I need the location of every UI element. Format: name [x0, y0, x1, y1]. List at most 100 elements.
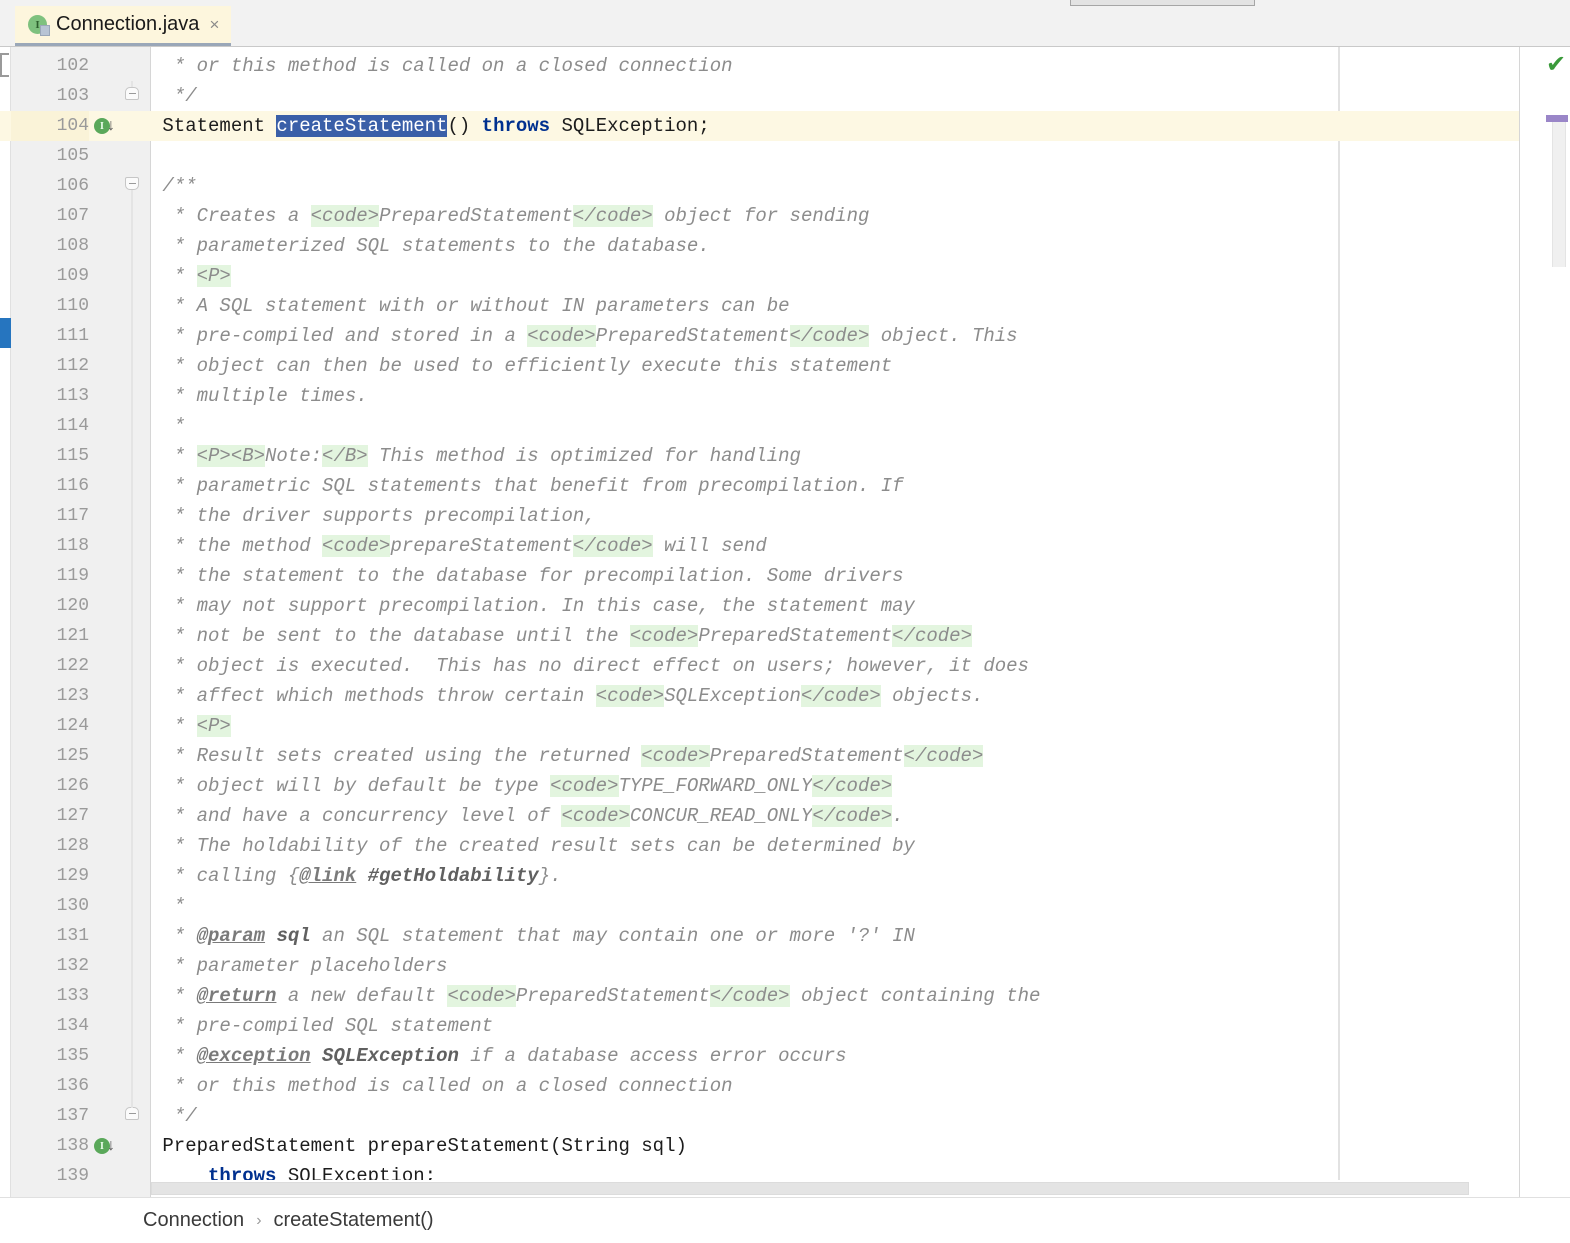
code-line-row[interactable]: 138 I ↓ PreparedStatement prepareStatement…	[0, 1131, 1570, 1161]
line-number: 131	[56, 926, 89, 946]
code-token: ()	[447, 115, 482, 137]
line-number: 135	[56, 1046, 89, 1066]
code-line-row[interactable]: 134 * pre-compiled SQL statement	[0, 1011, 1570, 1041]
code-line-row[interactable]: 104 I ↓ Statement createStatement() throws…	[0, 111, 1570, 141]
code-line-text[interactable]: * parametric SQL statements that benefit…	[151, 471, 904, 501]
code-line-row[interactable]: 110 * A SQL statement with or without IN…	[0, 291, 1570, 321]
code-line-text[interactable]: * object can then be used to efficiently…	[151, 351, 892, 381]
code-line-row[interactable]: 133 * @return a new default <code>Prepar…	[0, 981, 1570, 1011]
horizontal-scrollbar[interactable]	[151, 1180, 1519, 1197]
code-line-row[interactable]: 115 * <P><B>Note:</B> This method is opt…	[0, 441, 1570, 471]
code-line-row[interactable]: 128 * The holdability of the created res…	[0, 831, 1570, 861]
code-line-text[interactable]: * pre-compiled and stored in a <code>Pre…	[151, 321, 1018, 351]
code-line-text[interactable]: *	[151, 891, 185, 921]
code-token: * or this method is called on a closed c…	[151, 55, 733, 77]
code-line-text[interactable]: * Creates a <code>PreparedStatement</cod…	[151, 201, 869, 231]
breadcrumb-item-method[interactable]: createStatement()	[274, 1209, 434, 1232]
code-line-row[interactable]: 106 /**	[0, 171, 1570, 201]
code-line-text[interactable]: * @param sql an SQL statement that may c…	[151, 921, 915, 951]
code-line-row[interactable]: 119 * the statement to the database for …	[0, 561, 1570, 591]
code-line-text[interactable]: /**	[151, 171, 196, 201]
code-line-row[interactable]: 105	[0, 141, 1570, 171]
code-line-text[interactable]: * The holdability of the created result …	[151, 831, 915, 861]
code-line-text[interactable]: * <P><B>Note:</B> This method is optimiz…	[151, 441, 801, 471]
code-line-text[interactable]: * or this method is called on a closed c…	[151, 51, 733, 81]
code-line-text[interactable]: * the statement to the database for prec…	[151, 561, 904, 591]
code-line-row[interactable]: 127 * and have a concurrency level of <c…	[0, 801, 1570, 831]
code-line-text[interactable]: */	[151, 81, 197, 111]
code-line-text[interactable]: Statement createStatement() throws SQLEx…	[151, 111, 710, 141]
code-line-text[interactable]: * calling {@link #getHoldability}.	[151, 861, 562, 891]
code-line-text[interactable]: * the method <code>prepareStatement</cod…	[151, 531, 767, 561]
horizontal-scrollbar-thumb[interactable]	[151, 1182, 1469, 1195]
scrollbar-marker[interactable]	[1546, 115, 1568, 122]
code-line-text[interactable]: * may not support precompilation. In thi…	[151, 591, 915, 621]
code-line-row[interactable]: 107 * Creates a <code>PreparedStatement<…	[0, 201, 1570, 231]
code-line-text[interactable]: * the driver supports precompilation,	[151, 501, 596, 531]
code-line-row[interactable]: 130 *	[0, 891, 1570, 921]
code-line-row[interactable]: 126 * object will by default be type <co…	[0, 771, 1570, 801]
code-line-row[interactable]: 135 * @exception SQLException if a datab…	[0, 1041, 1570, 1071]
code-line-text[interactable]: * multiple times.	[151, 381, 368, 411]
code-line-row[interactable]: 111 * pre-compiled and stored in a <code…	[0, 321, 1570, 351]
code-line-text[interactable]: * object will by default be type <code>T…	[151, 771, 893, 801]
code-line-row[interactable]: 123 * affect which methods throw certain…	[0, 681, 1570, 711]
breadcrumb-item-class[interactable]: Connection	[143, 1209, 244, 1232]
inspection-strip[interactable]: ✔	[1519, 47, 1570, 1197]
code-line-row[interactable]: 109 * <P>	[0, 261, 1570, 291]
code-line-row[interactable]: 122 * object is executed. This has no di…	[0, 651, 1570, 681]
implemented-method-icon[interactable]: I ↓	[94, 1131, 118, 1161]
code-token: *	[151, 265, 197, 287]
checkmark-icon[interactable]: ✔	[1546, 53, 1566, 77]
code-line-row[interactable]: 131 * @param sql an SQL statement that m…	[0, 921, 1570, 951]
code-line-text[interactable]: * @return a new default <code>PreparedSt…	[151, 981, 1040, 1011]
code-line-text[interactable]: */	[151, 1101, 197, 1131]
code-line-row[interactable]: 118 * the method <code>prepareStatement<…	[0, 531, 1570, 561]
code-line-text[interactable]: * parameterized SQL statements to the da…	[151, 231, 710, 261]
vertical-scrollbar[interactable]	[1552, 122, 1566, 267]
code-line-row[interactable]: 116 * parametric SQL statements that ben…	[0, 471, 1570, 501]
code-line-text[interactable]: * not be sent to the database until the …	[151, 621, 972, 651]
implemented-method-icon[interactable]: I ↓	[94, 111, 118, 141]
code-line-row[interactable]: 120 * may not support precompilation. In…	[0, 591, 1570, 621]
line-number: 123	[56, 686, 89, 706]
code-line-row[interactable]: 121 * not be sent to the database until …	[0, 621, 1570, 651]
code-line-text[interactable]: *	[151, 411, 185, 441]
fold-toggle[interactable]	[125, 1107, 139, 1120]
code-line-text[interactable]: * <P>	[151, 261, 231, 291]
code-token: sql	[276, 925, 311, 947]
code-line-row[interactable]: 114 *	[0, 411, 1570, 441]
fold-toggle[interactable]	[125, 177, 139, 190]
code-line-row[interactable]: 102 * or this method is called on a clos…	[0, 51, 1570, 81]
code-line-row[interactable]: 103 */	[0, 81, 1570, 111]
code-line-text[interactable]: * pre-compiled SQL statement	[151, 1011, 493, 1041]
code-line-row[interactable]: 117 * the driver supports precompilation…	[0, 501, 1570, 531]
editor-tab-connection-java[interactable]: I Connection.java ×	[15, 6, 232, 46]
code-line-text[interactable]: * <P>	[151, 711, 231, 741]
code-line-row[interactable]: 124 * <P>	[0, 711, 1570, 741]
code-line-row[interactable]: 108 * parameterized SQL statements to th…	[0, 231, 1570, 261]
code-line-text[interactable]: PreparedStatement prepareStatement(Strin…	[151, 1131, 687, 1161]
code-token: objects.	[880, 685, 984, 707]
code-line-text[interactable]: * Result sets created using the returned…	[151, 741, 984, 771]
code-line-row[interactable]: 129 * calling {@link #getHoldability}.	[0, 861, 1570, 891]
code-line-text[interactable]: * @exception SQLException if a database …	[151, 1041, 847, 1071]
close-icon[interactable]: ×	[208, 14, 220, 36]
fold-toggle[interactable]	[125, 87, 139, 100]
code-line-text[interactable]: * parameter placeholders	[151, 951, 448, 981]
code-token: object containing the	[789, 985, 1041, 1007]
code-line-text[interactable]: * object is executed. This has no direct…	[151, 651, 1029, 681]
code-line-row[interactable]: 113 * multiple times.	[0, 381, 1570, 411]
code-line-text[interactable]: * and have a concurrency level of <code>…	[151, 801, 904, 831]
code-line-row[interactable]: 137 */	[0, 1101, 1570, 1131]
line-number: 124	[56, 716, 89, 736]
code-line-row[interactable]: 136 * or this method is called on a clos…	[0, 1071, 1570, 1101]
fold-end-icon[interactable]	[123, 81, 141, 111]
code-line-text[interactable]: * A SQL statement with or without IN par…	[151, 291, 790, 321]
code-line-row[interactable]: 112 * object can then be used to efficie…	[0, 351, 1570, 381]
code-token: if a database access error occurs	[458, 1045, 847, 1067]
code-line-row[interactable]: 125 * Result sets created using the retu…	[0, 741, 1570, 771]
code-line-text[interactable]: * or this method is called on a closed c…	[151, 1071, 733, 1101]
code-line-row[interactable]: 132 * parameter placeholders	[0, 951, 1570, 981]
code-line-text[interactable]: * affect which methods throw certain <co…	[151, 681, 983, 711]
